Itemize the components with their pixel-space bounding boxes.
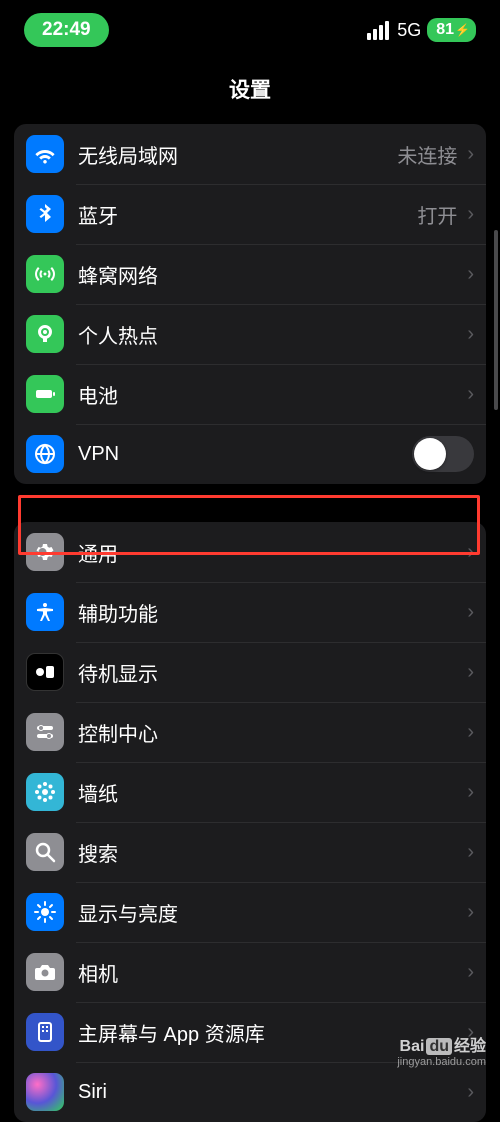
row-label: 无线局域网 — [78, 140, 397, 169]
chevron-right-icon: › — [467, 143, 474, 166]
row-value: 打开 — [417, 200, 457, 229]
row-vpn[interactable]: VPN — [14, 424, 486, 484]
settings-group-general: 通用 › 辅助功能 › 待机显示 › 控制中心 › 墙纸 › 搜索 › 显示与亮… — [14, 522, 486, 1122]
chevron-right-icon: › — [467, 661, 474, 684]
row-label: 电池 — [78, 380, 463, 409]
vpn-icon — [26, 435, 64, 473]
chevron-right-icon: › — [467, 263, 474, 286]
row-label: 相机 — [78, 958, 463, 987]
search-icon — [26, 833, 64, 871]
row-siri[interactable]: Siri › — [14, 1062, 486, 1122]
page-header: 设置 — [0, 56, 500, 124]
row-label: 待机显示 — [78, 658, 463, 687]
chevron-right-icon: › — [467, 781, 474, 804]
bluetooth-icon — [26, 195, 64, 233]
row-control-center[interactable]: 控制中心 › — [14, 702, 486, 762]
control-center-icon — [26, 713, 64, 751]
row-label: 蜂窝网络 — [78, 260, 463, 289]
battery-percent: 81 — [436, 21, 454, 39]
signal-icon — [367, 21, 389, 40]
row-label: 搜索 — [78, 838, 463, 867]
row-label: VPN — [78, 443, 412, 466]
siri-icon — [26, 1073, 64, 1111]
chevron-right-icon: › — [467, 1081, 474, 1104]
row-wifi[interactable]: 无线局域网 未连接 › — [14, 124, 486, 184]
row-camera[interactable]: 相机 › — [14, 942, 486, 1002]
row-accessibility[interactable]: 辅助功能 › — [14, 582, 486, 642]
row-display[interactable]: 显示与亮度 › — [14, 882, 486, 942]
watermark-brand: Baidu经验 — [397, 1037, 486, 1056]
wallpaper-icon — [26, 773, 64, 811]
toggle-knob — [414, 438, 446, 470]
row-label: 个人热点 — [78, 320, 463, 349]
camera-icon — [26, 953, 64, 991]
wifi-icon — [26, 135, 64, 173]
row-label: 墙纸 — [78, 778, 463, 807]
row-cellular[interactable]: 蜂窝网络 › — [14, 244, 486, 304]
row-label: 通用 — [78, 538, 463, 567]
row-label: 蓝牙 — [78, 200, 417, 229]
page-title: 设置 — [0, 74, 500, 104]
chevron-right-icon: › — [467, 203, 474, 226]
watermark: Baidu经验 jingyan.baidu.com — [397, 1037, 486, 1069]
row-label: Siri — [78, 1081, 463, 1104]
row-label: 辅助功能 — [78, 598, 463, 627]
row-battery[interactable]: 电池 › — [14, 364, 486, 424]
charging-icon: ⚡ — [455, 23, 470, 37]
cellular-icon — [26, 255, 64, 293]
chevron-right-icon: › — [467, 383, 474, 406]
network-label: 5G — [397, 20, 421, 41]
vpn-toggle[interactable] — [412, 436, 474, 472]
display-brightness-icon — [26, 893, 64, 931]
row-label: 控制中心 — [78, 718, 463, 747]
status-right: 5G 81⚡ — [367, 18, 476, 42]
time-indicator[interactable]: 22:49 — [24, 13, 109, 47]
row-general[interactable]: 通用 › — [14, 522, 486, 582]
row-value: 未连接 — [397, 140, 457, 169]
status-bar: 22:49 5G 81⚡ — [0, 0, 500, 56]
settings-group-connectivity: 无线局域网 未连接 › 蓝牙 打开 › 蜂窝网络 › 个人热点 › 电池 › V… — [14, 124, 486, 484]
chevron-right-icon: › — [467, 541, 474, 564]
standby-icon — [26, 653, 64, 691]
chevron-right-icon: › — [467, 721, 474, 744]
watermark-url: jingyan.baidu.com — [397, 1056, 486, 1069]
gear-icon — [26, 533, 64, 571]
battery-indicator: 81⚡ — [427, 18, 476, 42]
accessibility-icon — [26, 593, 64, 631]
row-standby[interactable]: 待机显示 › — [14, 642, 486, 702]
chevron-right-icon: › — [467, 601, 474, 624]
hotspot-icon — [26, 315, 64, 353]
row-wallpaper[interactable]: 墙纸 › — [14, 762, 486, 822]
row-hotspot[interactable]: 个人热点 › — [14, 304, 486, 364]
chevron-right-icon: › — [467, 841, 474, 864]
home-screen-icon — [26, 1013, 64, 1051]
row-label: 显示与亮度 — [78, 898, 463, 927]
battery-icon — [26, 375, 64, 413]
row-search[interactable]: 搜索 › — [14, 822, 486, 882]
chevron-right-icon: › — [467, 961, 474, 984]
chevron-right-icon: › — [467, 323, 474, 346]
scroll-indicator[interactable] — [494, 230, 498, 410]
row-bluetooth[interactable]: 蓝牙 打开 › — [14, 184, 486, 244]
chevron-right-icon: › — [467, 901, 474, 924]
